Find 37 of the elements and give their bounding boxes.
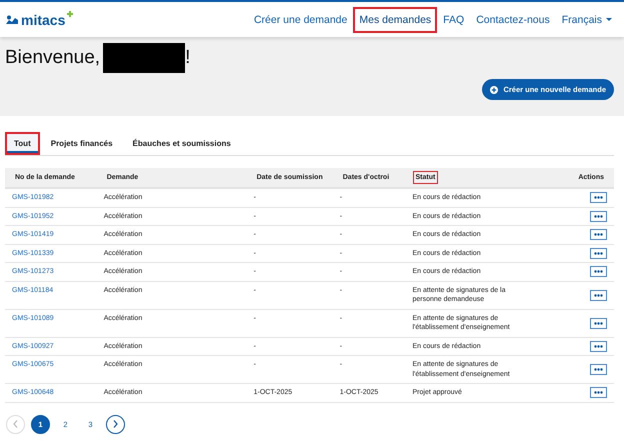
nav-link[interactable]: FAQ	[439, 8, 468, 30]
more-button[interactable]	[590, 340, 607, 352]
logo-text[interactable]: mitacs	[21, 12, 70, 28]
more-button[interactable]	[590, 229, 607, 240]
more-icon	[594, 214, 603, 218]
welcome-suffix: !	[185, 47, 190, 69]
nav-link[interactable]: Mes demandes	[355, 8, 436, 30]
nav-link[interactable]: Contactez-nous	[472, 8, 554, 30]
more-icon	[594, 233, 603, 236]
more-button[interactable]	[590, 290, 607, 300]
plus-circle-icon	[490, 86, 498, 94]
more-icon	[594, 196, 603, 200]
more-button[interactable]	[590, 266, 607, 278]
tab[interactable]: Tout	[5, 132, 40, 155]
chevron-right-icon	[113, 420, 118, 428]
more-icon	[594, 391, 603, 394]
more-button[interactable]	[590, 248, 607, 259]
more-button[interactable]	[590, 387, 607, 398]
more-icon	[594, 368, 603, 371]
welcome-text: Bienvenue,	[5, 47, 100, 69]
more-icon	[594, 322, 603, 324]
language-dropdown[interactable]: Français	[558, 8, 616, 30]
chevron-left-icon	[13, 420, 18, 428]
more-button[interactable]	[590, 364, 607, 375]
more-button[interactable]	[590, 210, 607, 222]
next-page-button[interactable]	[106, 414, 125, 434]
nav-link[interactable]: Créer une demande	[250, 8, 352, 30]
caret-icon	[606, 18, 612, 21]
more-icon	[594, 270, 603, 274]
more-button[interactable]	[590, 318, 607, 328]
more-button[interactable]	[590, 192, 607, 204]
more-icon	[594, 344, 603, 348]
tab[interactable]: Ébauches et soumissions	[124, 132, 240, 155]
more-icon	[594, 294, 603, 296]
tab[interactable]: Projets financés	[42, 132, 122, 155]
more-icon	[594, 252, 603, 255]
plus-icon	[67, 10, 74, 16]
